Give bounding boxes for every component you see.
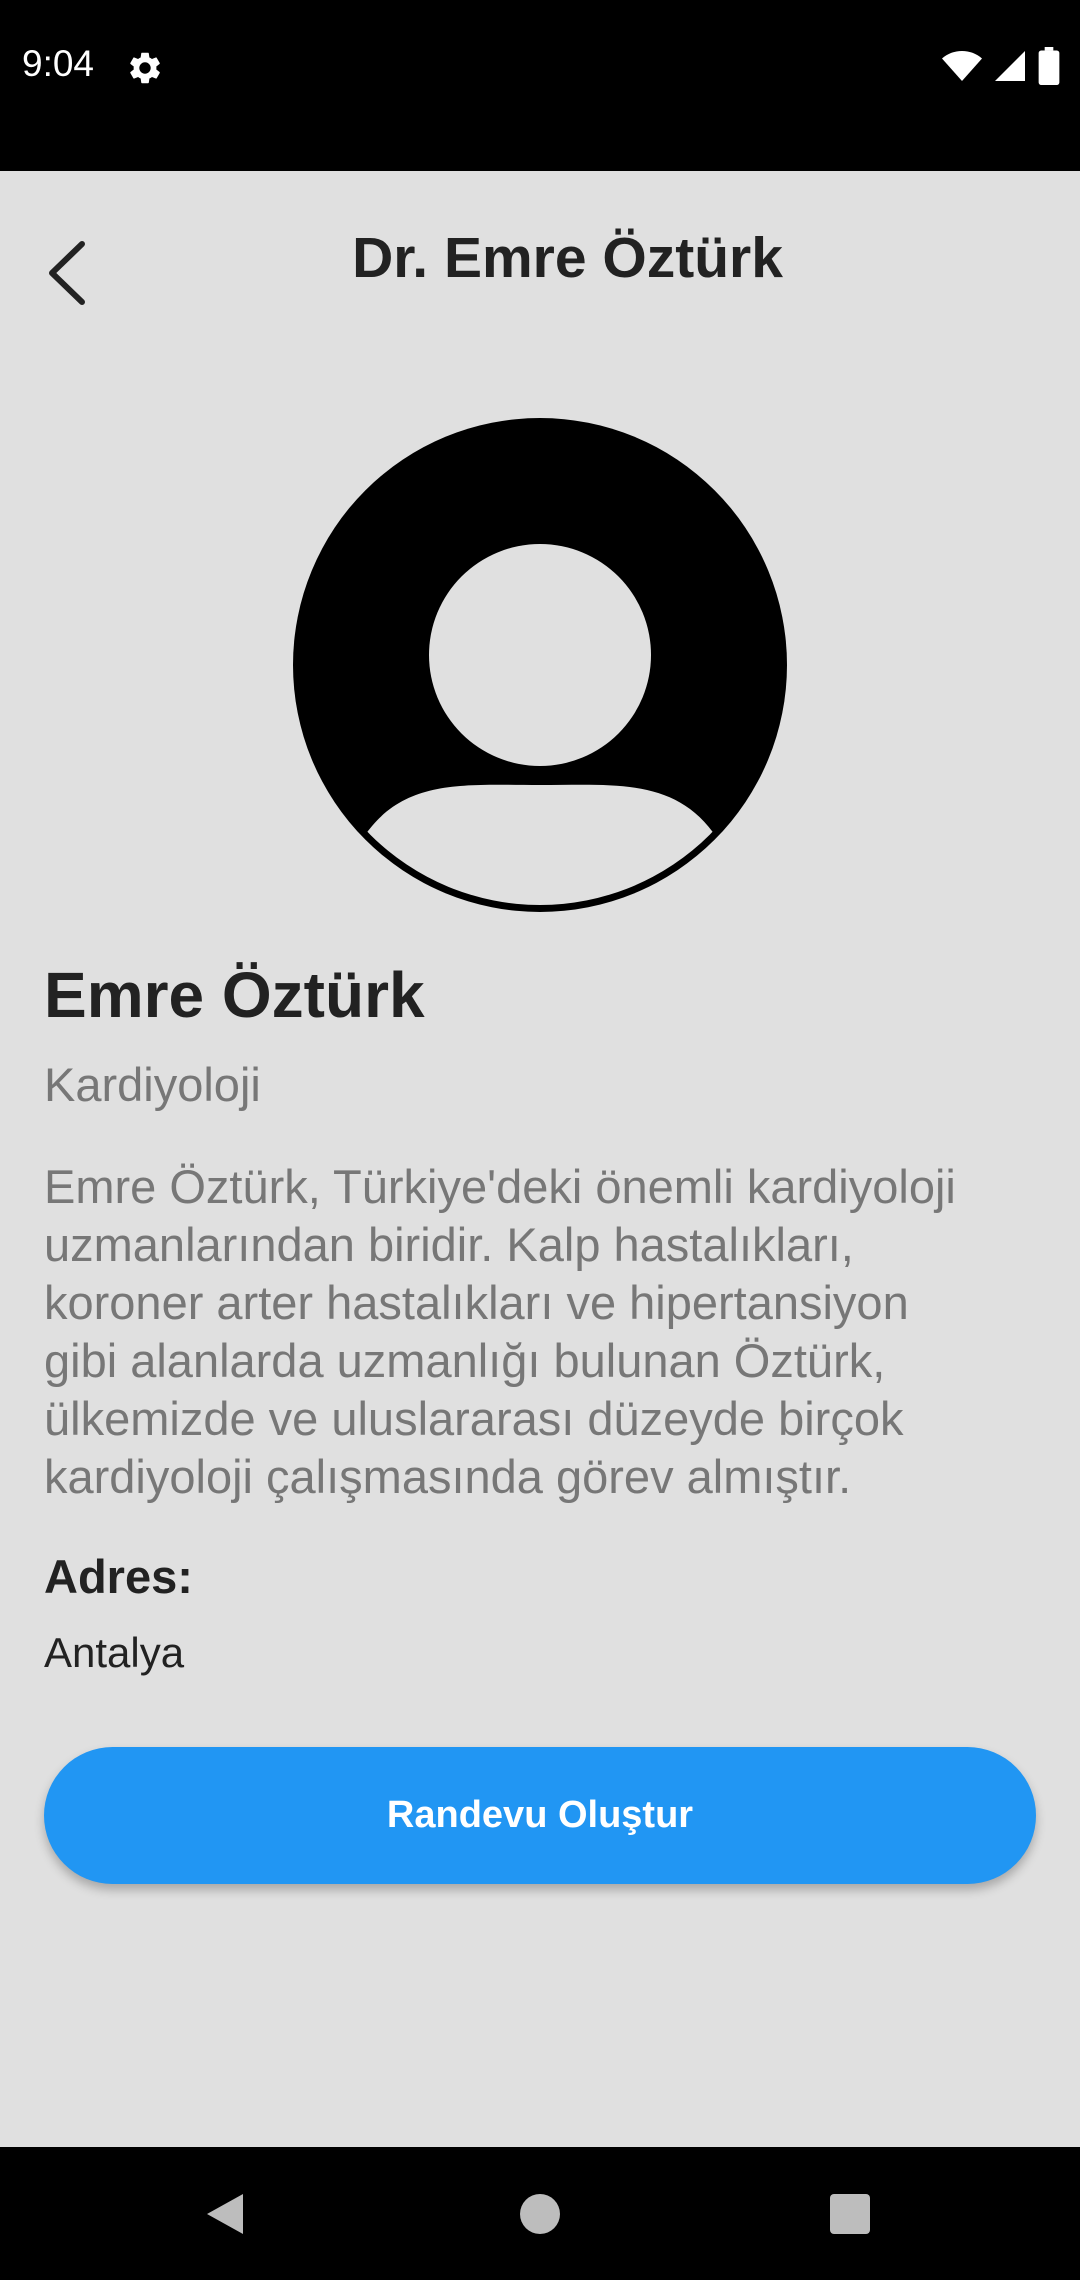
system-nav-bar <box>0 2147 1080 2280</box>
address-value: Antalya <box>44 1629 185 1676</box>
wifi-icon <box>942 51 982 81</box>
bio-line: ülkemizde ve uluslararası düzeyde birçok <box>44 1392 904 1445</box>
create-appointment-button[interactable]: Randevu Oluştur <box>44 1747 1036 1884</box>
recents-square-icon <box>830 2193 870 2234</box>
page-title: Dr. Emre Öztürk <box>352 226 783 290</box>
nav-back-button[interactable] <box>165 2147 285 2280</box>
doctor-name: Emre Öztürk <box>44 959 425 1031</box>
home-circle-icon <box>520 2193 560 2234</box>
status-bar: 9:04 <box>0 0 1080 171</box>
signal-icon <box>995 51 1025 81</box>
battery-icon <box>1038 47 1060 85</box>
app-header: Dr. Emre Öztürk <box>0 171 1080 356</box>
status-icons <box>942 46 1060 86</box>
back-triangle-icon <box>207 2193 243 2234</box>
bio-line: kardiyoloji çalışmasında görev almıştır. <box>44 1450 852 1503</box>
status-time: 9:04 <box>22 43 95 84</box>
bio-line: uzmanlarından biridir. Kalp hastalıkları… <box>44 1218 854 1271</box>
address-label: Adres: <box>44 1550 193 1603</box>
doctor-specialty: Kardiyoloji <box>44 1058 261 1111</box>
bio-line: Emre Öztürk, Türkiye'deki önemli kardiyo… <box>44 1160 956 1213</box>
bio-line: gibi alanlarda uzmanlığı bulunan Öztürk, <box>44 1334 886 1387</box>
nav-home-button[interactable] <box>480 2147 600 2280</box>
nav-recents-button[interactable] <box>790 2147 910 2280</box>
person-avatar-icon <box>293 418 787 912</box>
doctor-bio: Emre Öztürk, Türkiye'deki önemli kardiyo… <box>44 1158 1044 1506</box>
bio-line: koroner arter hastalıkları ve hipertansi… <box>44 1276 909 1329</box>
gear-icon <box>130 52 160 84</box>
